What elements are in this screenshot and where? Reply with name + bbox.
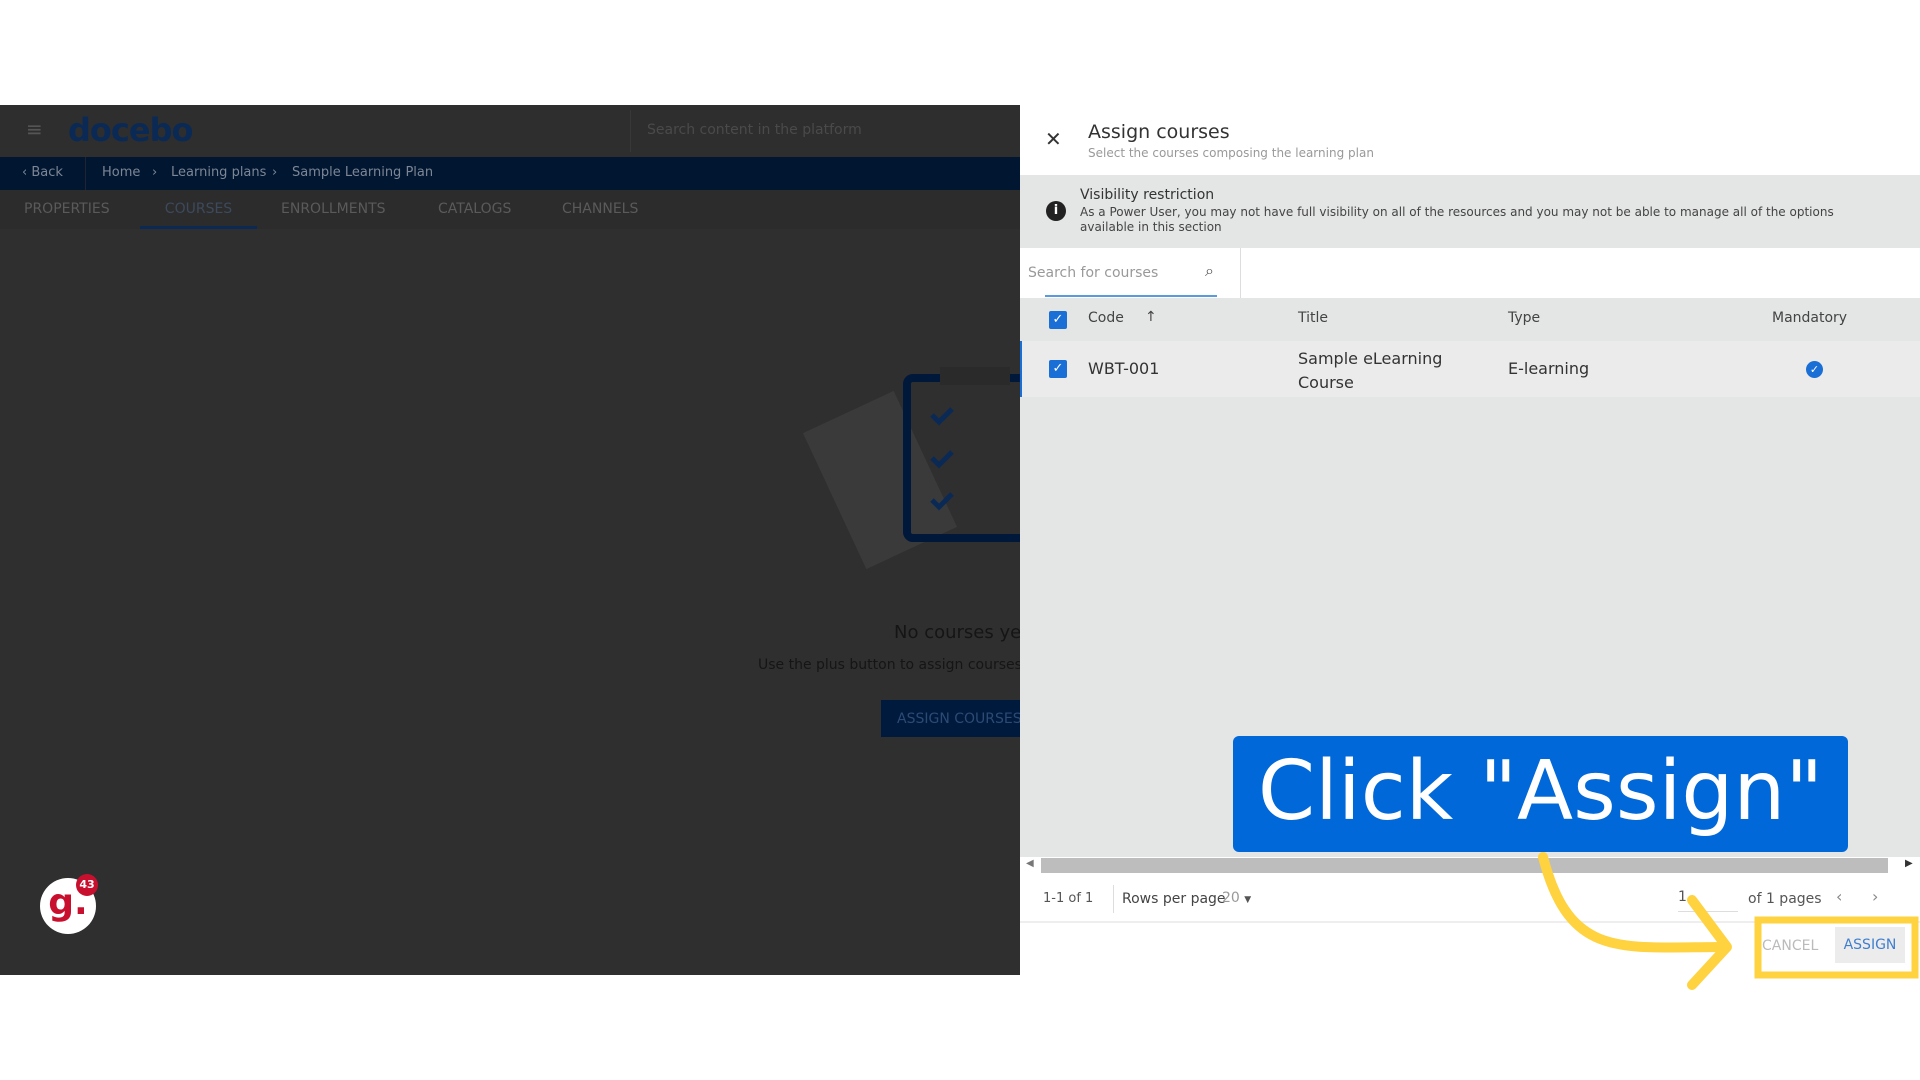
assign-highlight-box <box>1754 916 1919 979</box>
pointer-arrow-icon <box>1538 852 1919 990</box>
